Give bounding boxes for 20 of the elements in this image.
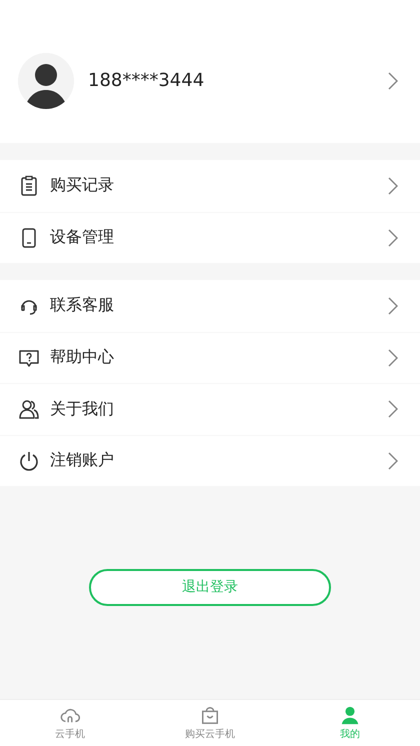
phone-number: 188****3444 [88,70,206,91]
people-icon [18,398,40,420]
chevron-icon [388,348,398,367]
menu-item[interactable]: 购买记录 [0,160,420,212]
chevron-icon [388,400,398,418]
chevron-icon [388,452,398,470]
menu-item[interactable]: 关于我们 [0,383,420,434]
menu-item[interactable]: 联系客服 [0,280,420,332]
tab[interactable]: 云手机 [0,700,140,746]
person-icon [340,705,360,725]
menu-item[interactable]: 注销账户 [0,434,420,486]
chevron-icon [388,176,398,195]
chevron-icon [388,228,398,247]
chevron-icon [388,296,398,315]
tab[interactable]: 购买云手机 [140,700,280,746]
chevron-icon [388,72,398,90]
menu-item[interactable]: 帮助中心 [0,332,420,383]
menu-item[interactable]: 设备管理 [0,212,420,263]
power-icon [18,450,40,472]
bag-icon [200,705,220,725]
